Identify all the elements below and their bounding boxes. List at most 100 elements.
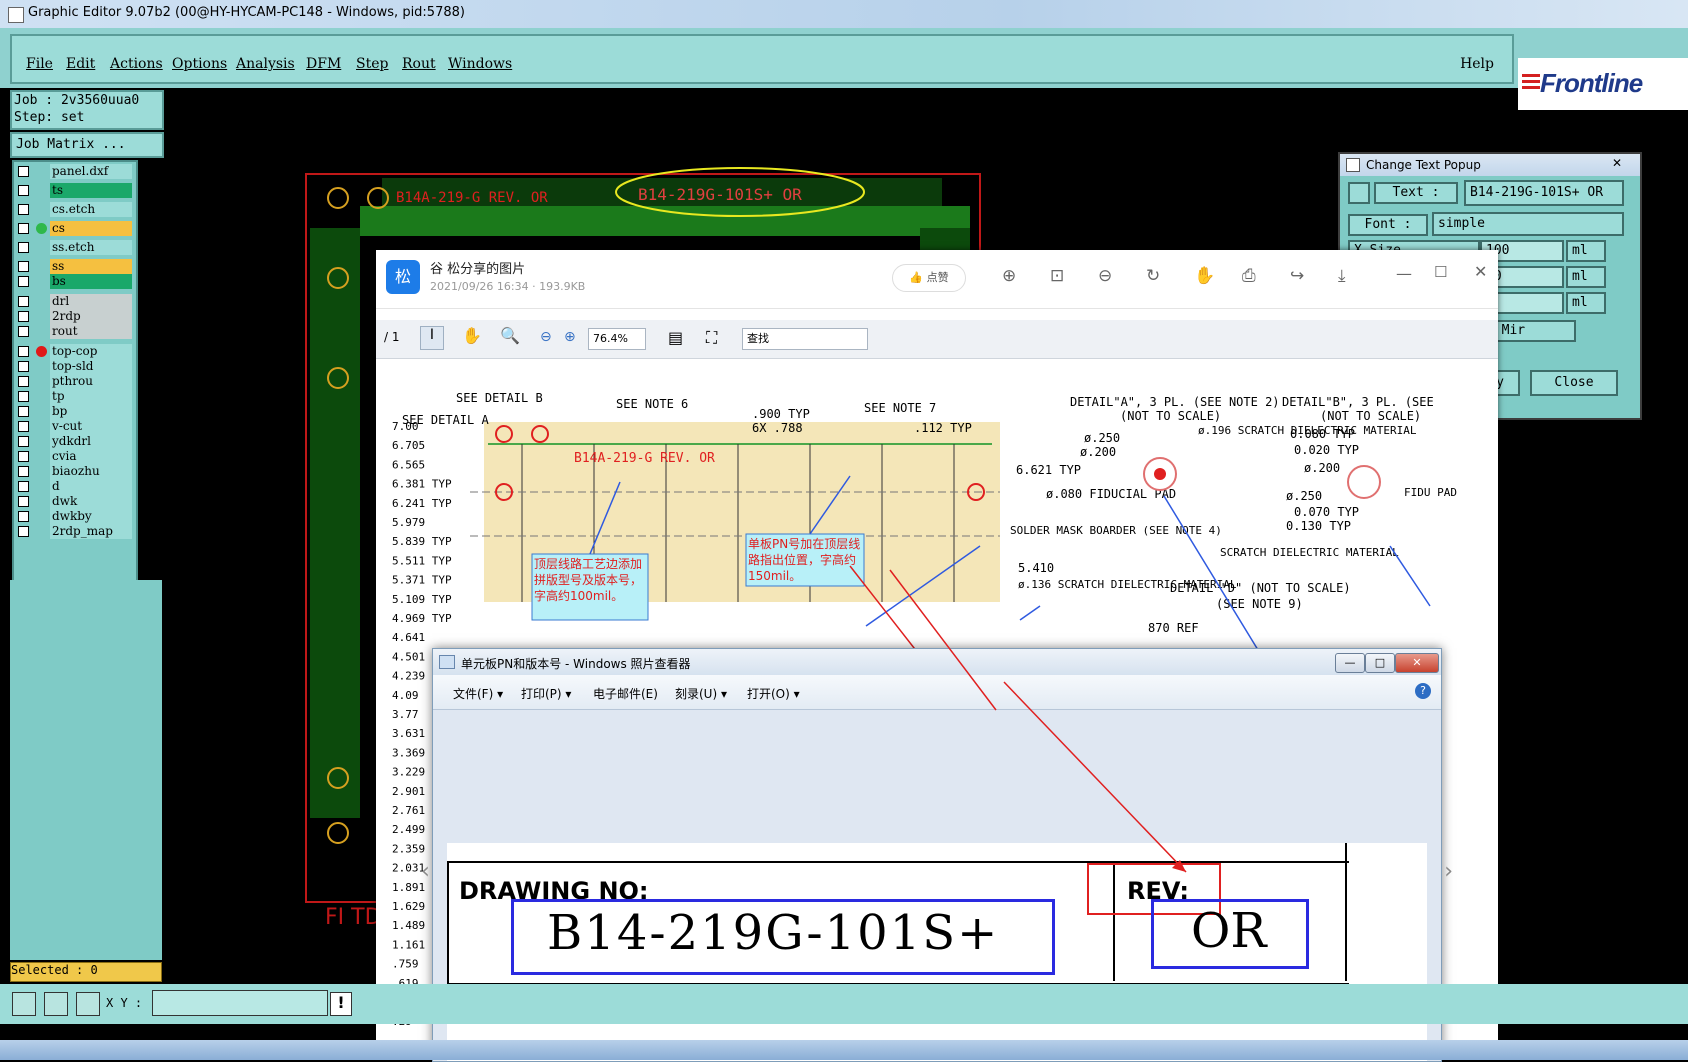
layer-checkbox[interactable] — [18, 451, 29, 462]
layer-row[interactable]: top-cop — [16, 344, 134, 359]
layer-row[interactable]: pthrou — [16, 374, 134, 389]
layer-checkbox[interactable] — [18, 204, 29, 215]
layer-checkbox[interactable] — [18, 436, 29, 447]
close-icon[interactable]: ✕ — [1612, 156, 1622, 170]
layer-name[interactable]: top-cop — [50, 344, 132, 359]
print-icon[interactable]: ⎙ — [1242, 266, 1256, 286]
layer-checkbox[interactable] — [18, 466, 29, 477]
layer-row[interactable]: drl — [16, 294, 134, 309]
help-icon[interactable]: ? — [1415, 683, 1431, 699]
text-value-field[interactable]: B14-219G-101S+ OR — [1464, 180, 1624, 206]
menu-print[interactable]: 打印(P) ▾ — [521, 685, 571, 702]
layer-row[interactable]: ydkdrl — [16, 434, 134, 449]
layer-checkbox[interactable] — [18, 376, 29, 387]
layer-name[interactable]: 2rdp — [50, 309, 132, 324]
zoom-tool-icon[interactable]: 🔍 — [500, 326, 520, 345]
layer-row[interactable]: dwk — [16, 494, 134, 509]
job-matrix-button[interactable]: Job Matrix ... — [10, 132, 164, 158]
text-select-icon[interactable]: I — [420, 326, 444, 350]
layer-checkbox[interactable] — [18, 511, 29, 522]
menu-options[interactable]: Options — [172, 56, 227, 72]
tool-icon-1[interactable] — [12, 992, 36, 1016]
menu-windows[interactable]: Windows — [448, 56, 512, 72]
xy-input[interactable] — [152, 990, 328, 1016]
menu-open[interactable]: 打开(O) ▾ — [747, 685, 800, 702]
next-arrow-icon[interactable]: › — [1444, 859, 1453, 884]
layer-row[interactable]: bs — [16, 274, 134, 289]
pick-icon[interactable] — [1348, 182, 1370, 204]
close-button[interactable]: ✕ — [1395, 653, 1439, 673]
layer-name[interactable]: ss — [50, 259, 132, 274]
layer-row[interactable]: 2rdp — [16, 309, 134, 324]
layer-row[interactable]: bp — [16, 404, 134, 419]
menu-edit[interactable]: Edit — [66, 56, 95, 72]
menu-analysis[interactable]: Analysis — [236, 56, 295, 72]
layer-checkbox[interactable] — [18, 166, 29, 177]
zoom-in-small-icon[interactable]: ⊕ — [564, 329, 576, 345]
layer-checkbox[interactable] — [18, 496, 29, 507]
layer-row[interactable]: biaozhu — [16, 464, 134, 479]
layer-checkbox[interactable] — [18, 326, 29, 337]
layer-checkbox[interactable] — [18, 242, 29, 253]
zoom-field[interactable]: 76.4% — [588, 328, 646, 350]
grid-icon[interactable] — [76, 992, 100, 1016]
zoom-out-icon[interactable]: ⊖ — [1098, 266, 1112, 286]
maximize-button[interactable]: □ — [1365, 653, 1395, 673]
layer-name[interactable]: top-sld — [50, 359, 132, 374]
layer-name[interactable]: dwk — [50, 494, 132, 509]
layer-checkbox[interactable] — [18, 185, 29, 196]
menu-email[interactable]: 电子邮件(E) — [593, 685, 658, 702]
layer-name[interactable]: bs — [50, 274, 132, 289]
layer-name[interactable]: d — [50, 479, 132, 494]
layer-row[interactable]: ss.etch — [16, 240, 134, 255]
layer-checkbox[interactable] — [18, 346, 29, 357]
share-icon[interactable]: ↪ — [1290, 266, 1304, 286]
layer-name[interactable]: ydkdrl — [50, 434, 132, 449]
maximize-icon[interactable]: ☐ — [1434, 263, 1447, 281]
tool-icon-2[interactable] — [44, 992, 68, 1016]
layer-name[interactable]: cs — [50, 221, 132, 236]
layer-name[interactable]: drl — [50, 294, 132, 309]
fit-width-icon[interactable]: ⛶ — [706, 328, 717, 348]
menu-actions[interactable]: Actions — [110, 56, 163, 72]
layer-row[interactable]: 2rdp_map — [16, 524, 134, 539]
layer-name[interactable]: cs.etch — [50, 202, 132, 217]
menu-rout[interactable]: Rout — [402, 56, 436, 72]
hand-tool-icon[interactable]: ✋ — [462, 326, 482, 345]
hand-icon[interactable]: ✋ — [1194, 266, 1215, 286]
menu-step[interactable]: Step — [356, 56, 388, 72]
layer-row[interactable]: top-sld — [16, 359, 134, 374]
font-value-field[interactable]: simple — [1432, 212, 1624, 236]
layer-name[interactable]: tp — [50, 389, 132, 404]
layer-checkbox[interactable] — [18, 421, 29, 432]
layer-row[interactable]: v-cut — [16, 419, 134, 434]
minimize-button[interactable]: — — [1335, 653, 1365, 673]
like-button[interactable]: 👍 点赞 — [892, 264, 966, 292]
layer-checkbox[interactable] — [18, 296, 29, 307]
layer-name[interactable]: panel.dxf — [50, 164, 132, 179]
layer-checkbox[interactable] — [18, 406, 29, 417]
menu-burn[interactable]: 刻录(U) ▾ — [675, 685, 727, 702]
minimize-icon[interactable]: — — [1396, 264, 1412, 283]
layer-row[interactable]: panel.dxf — [16, 164, 134, 179]
alert-icon[interactable]: ! — [330, 992, 352, 1016]
zoom-out-small-icon[interactable]: ⊖ — [540, 329, 552, 345]
layer-row[interactable]: cvia — [16, 449, 134, 464]
layer-name[interactable]: ss.etch — [50, 240, 132, 255]
menu-file[interactable]: 文件(F) ▾ — [453, 685, 503, 702]
layer-row[interactable]: d — [16, 479, 134, 494]
layer-name[interactable]: dwkby — [50, 509, 132, 524]
prev-arrow-icon[interactable]: ‹ — [421, 859, 430, 884]
layer-name[interactable]: pthrou — [50, 374, 132, 389]
layer-checkbox[interactable] — [18, 361, 29, 372]
layer-row[interactable]: tp — [16, 389, 134, 404]
menu-file[interactable]: File — [26, 56, 53, 72]
layer-row[interactable]: rout — [16, 324, 134, 339]
layer-name[interactable]: biaozhu — [50, 464, 132, 479]
layer-checkbox[interactable] — [18, 526, 29, 537]
layer-checkbox[interactable] — [18, 276, 29, 287]
layer-row[interactable]: ts — [16, 183, 134, 198]
layer-checkbox[interactable] — [18, 261, 29, 272]
layer-checkbox[interactable] — [18, 391, 29, 402]
close-icon[interactable]: ✕ — [1474, 262, 1487, 281]
